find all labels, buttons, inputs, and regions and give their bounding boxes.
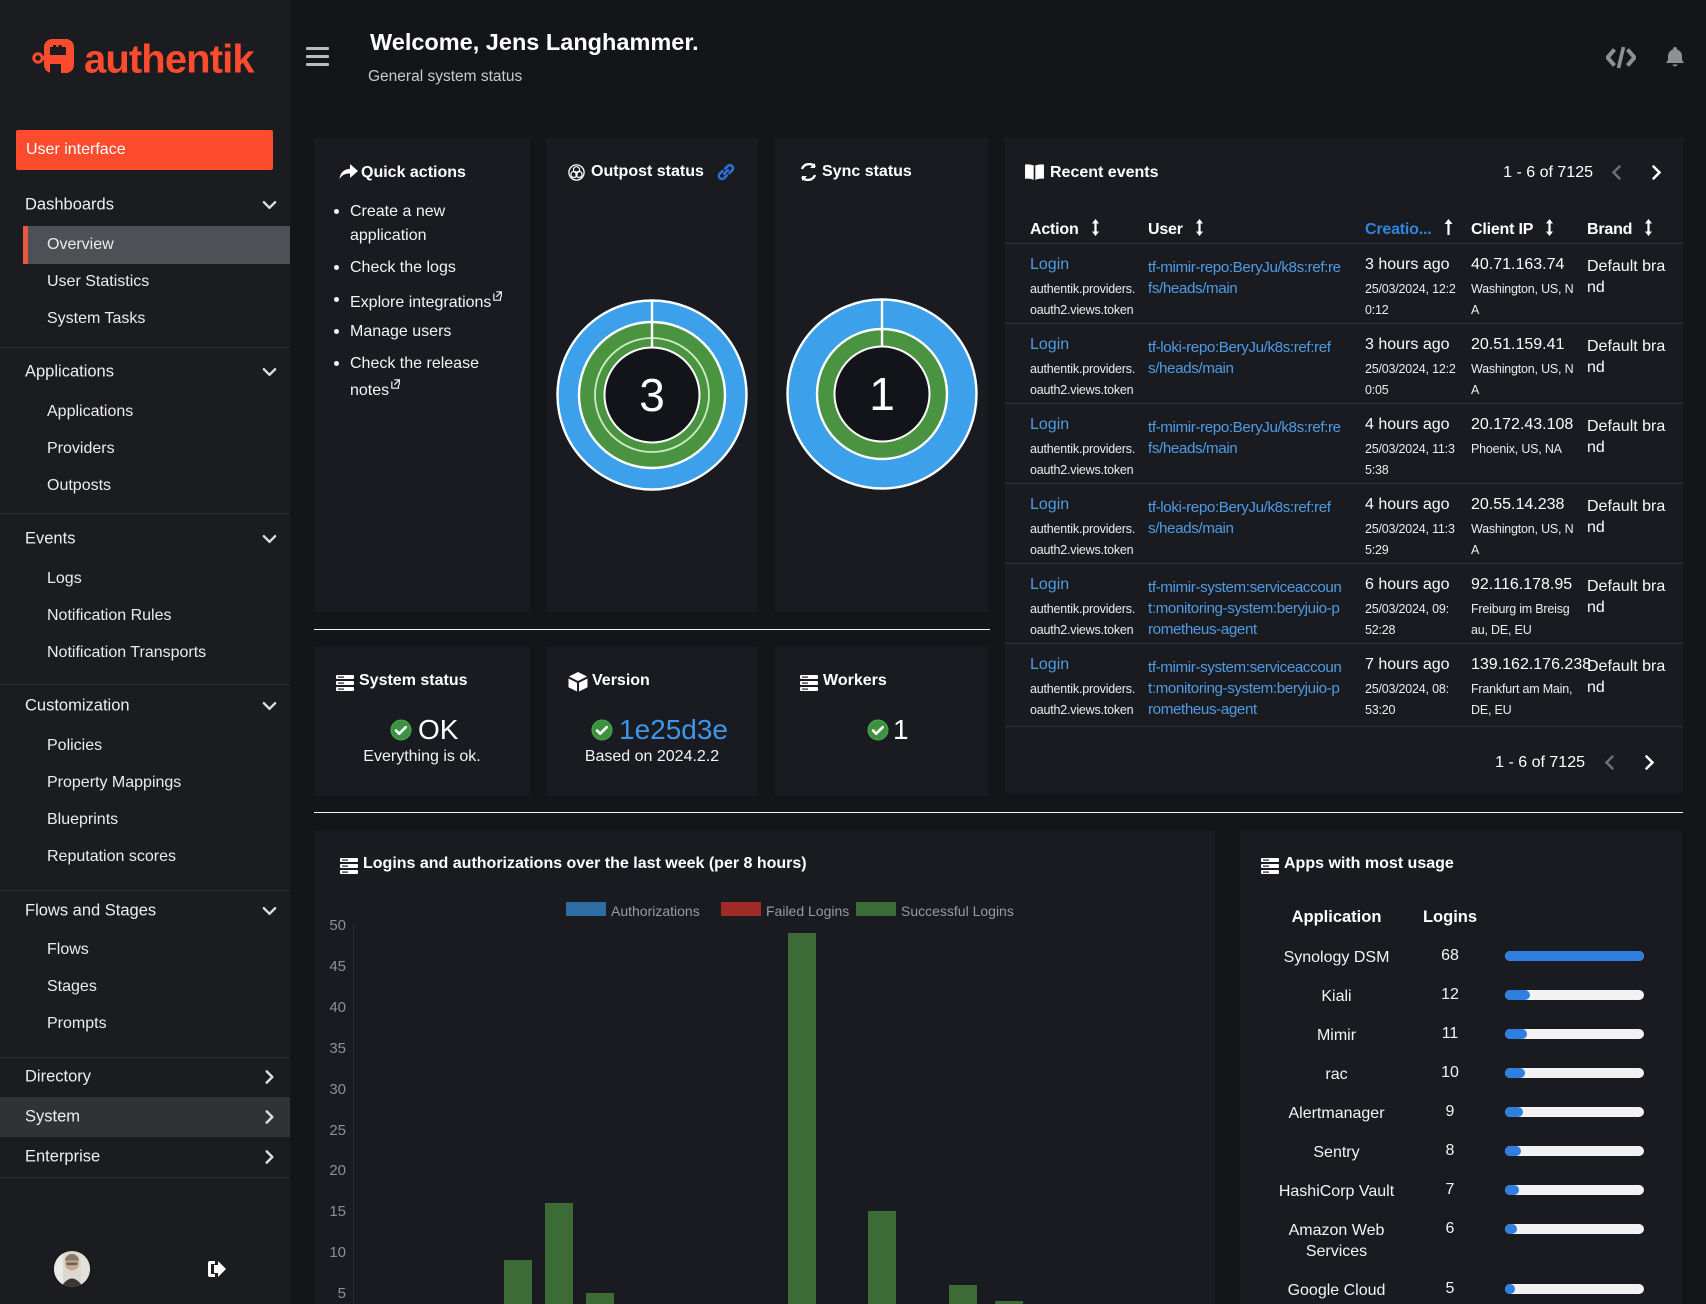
svg-text:1: 1 xyxy=(869,368,895,420)
svg-text:3: 3 xyxy=(639,369,665,421)
svg-text:authentik: authentik xyxy=(84,38,255,82)
